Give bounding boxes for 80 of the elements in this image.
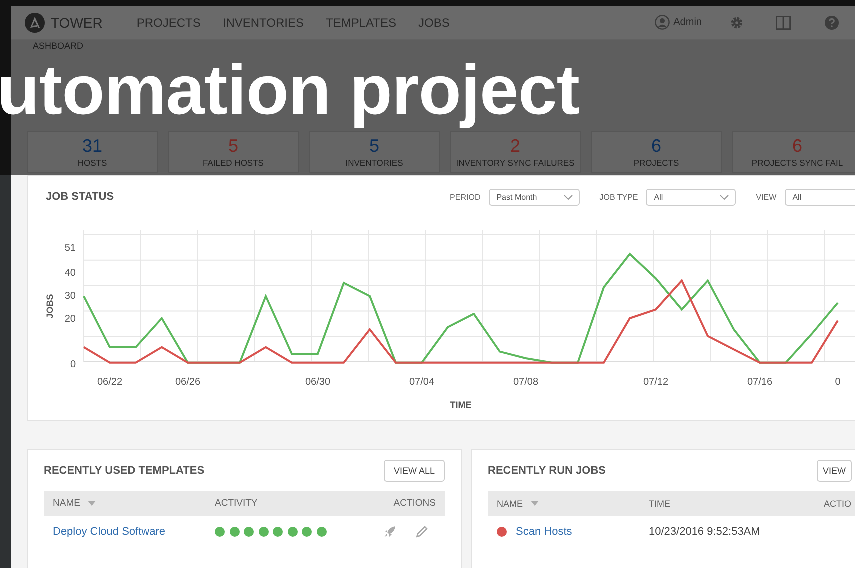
logo-icon[interactable]	[25, 12, 45, 32]
count-card[interactable]: 5 FAILED HOSTS	[168, 131, 299, 173]
count-card[interactable]: 31 HOSTS	[27, 131, 158, 173]
column-header[interactable]: NAME	[53, 498, 80, 509]
chevron-icon	[720, 194, 730, 200]
count-value: 5	[369, 136, 380, 156]
brand-name: TOWER	[51, 14, 103, 30]
chevron-icon	[564, 194, 573, 200]
count-card[interactable]: 6 PROJECTS SYNC FAIL	[732, 131, 855, 173]
pencil-icon[interactable]	[416, 526, 428, 538]
nav-link[interactable]: INVENTORIES	[222, 16, 304, 30]
x-tick-label: 06/22	[97, 377, 123, 388]
x-tick-label: 0	[835, 377, 841, 388]
filter-label: JOB TYPE	[600, 192, 638, 202]
dropdown[interactable]: Past Month	[488, 188, 580, 206]
column-header: ACTIO	[824, 498, 852, 508]
status-dot[interactable]	[273, 527, 283, 537]
status-dot[interactable]	[316, 527, 326, 537]
view-all-button[interactable]: VIEW	[816, 460, 852, 482]
panel-title: RECENTLY RUN JOBS	[488, 465, 606, 477]
count-card[interactable]: 2 INVENTORY SYNC FAILURES	[450, 131, 581, 173]
column-header: ACTIVITY	[215, 498, 258, 509]
nav-link[interactable]: TEMPLATES	[326, 16, 396, 30]
status-dot[interactable]	[244, 527, 254, 537]
job-link[interactable]: Scan Hosts	[516, 526, 572, 538]
sort-icon[interactable]	[88, 501, 96, 506]
x-tick-label: 07/16	[747, 377, 773, 388]
count-value: 6	[651, 136, 662, 156]
caption-text: utomation project	[0, 51, 580, 129]
dropdown[interactable]: All	[646, 188, 736, 206]
y-tick-label: 0	[70, 359, 76, 370]
count-value: 31	[82, 136, 103, 156]
x-tick-label: 07/08	[513, 377, 539, 388]
status-dot[interactable]	[288, 527, 298, 537]
count-label: HOSTS	[78, 158, 108, 168]
y-tick-label: 51	[64, 243, 76, 254]
help-icon[interactable]	[825, 16, 839, 30]
status-dot[interactable]	[302, 527, 312, 537]
y-tick-label: 20	[64, 314, 76, 325]
count-value: 6	[792, 136, 802, 156]
y-tick-label: 30	[64, 290, 76, 302]
x-tick-label: 06/26	[175, 377, 201, 388]
rocket-icon[interactable]	[384, 526, 396, 538]
status-dot[interactable]	[215, 527, 225, 537]
count-label: FAILED HOSTS	[203, 158, 264, 168]
x-tick-label: 07/12	[643, 377, 669, 388]
panel-title: JOB STATUS	[46, 191, 114, 203]
column-header[interactable]: NAME	[497, 498, 524, 508]
panel-title: RECENTLY USED TEMPLATES	[44, 465, 205, 477]
user-name[interactable]: Admin	[674, 17, 702, 28]
dropdown[interactable]: All	[784, 188, 855, 206]
count-label: INVENTORIES	[346, 158, 404, 168]
count-value: 5	[228, 136, 238, 156]
count-value: 2	[510, 136, 520, 156]
column-header: ACTIONS	[394, 498, 436, 509]
sort-icon[interactable]	[531, 501, 540, 506]
count-card[interactable]: 5 INVENTORIES	[309, 131, 440, 173]
axis-title: JOBS	[46, 294, 55, 319]
axis-title: TIME	[450, 400, 472, 410]
columns-icon[interactable]	[776, 16, 791, 30]
breadcrumb: ASHBOARD	[33, 41, 85, 51]
x-tick-label: 06/30	[305, 377, 331, 388]
status-dot[interactable]	[258, 527, 268, 537]
template-link[interactable]: Deploy Cloud Software	[53, 526, 166, 538]
count-card[interactable]: 6 PROJECTS	[591, 131, 722, 173]
y-tick-label: 40	[64, 268, 76, 280]
filter-label: VIEW	[756, 192, 777, 202]
user-icon[interactable]	[654, 15, 670, 30]
count-label: PROJECTS SYNC FAIL	[752, 158, 844, 168]
settings-icon[interactable]	[730, 16, 744, 30]
count-label: PROJECTS	[634, 158, 680, 168]
view-all-button[interactable]: VIEW ALL	[384, 460, 445, 482]
x-tick-label: 07/04	[409, 377, 435, 388]
filter-label: PERIOD	[450, 192, 481, 202]
count-label: INVENTORY SYNC FAILURES	[456, 158, 575, 168]
nav-link[interactable]: JOBS	[418, 16, 450, 30]
status-dot[interactable]	[230, 527, 240, 537]
job-time: 10/23/2016 9:52:53AM	[649, 526, 760, 538]
column-header: TIME	[649, 498, 670, 508]
nav-link[interactable]: PROJECTS	[136, 16, 201, 30]
